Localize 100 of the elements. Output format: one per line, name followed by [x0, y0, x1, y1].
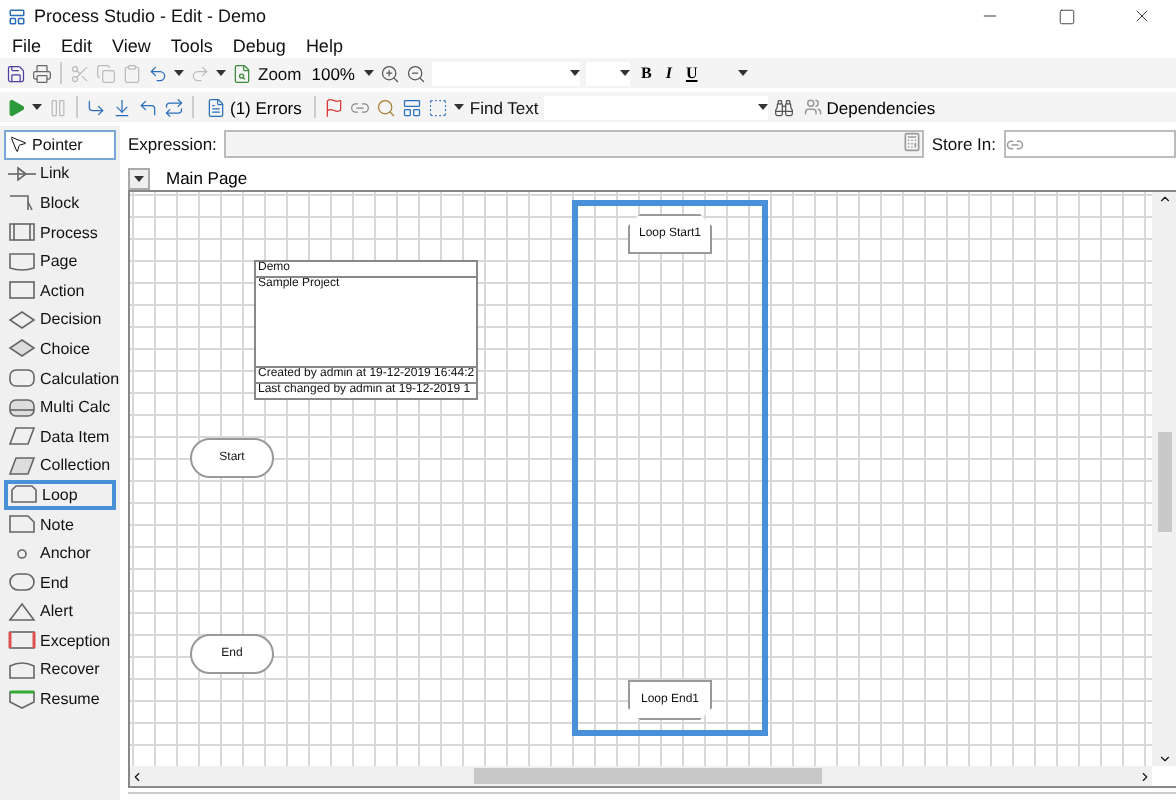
step-in-icon[interactable]	[112, 97, 132, 117]
app-icon	[8, 7, 26, 25]
recover-icon	[8, 659, 36, 680]
errors-button[interactable]: (1) Errors	[202, 97, 306, 117]
page-icon[interactable]	[232, 63, 252, 83]
selection-icon[interactable]	[427, 97, 448, 117]
triangle-icon	[8, 601, 36, 622]
store-in-label: Store In:	[931, 134, 996, 154]
zoom-out-icon[interactable]	[406, 63, 427, 83]
palette-item[interactable]: Process	[4, 217, 116, 247]
parallelogram-icon	[8, 455, 36, 476]
underline-button[interactable]: U	[681, 64, 702, 82]
palette-item[interactable]: End	[4, 567, 116, 597]
close-icon[interactable]	[1132, 6, 1152, 26]
palette-item[interactable]: Multi Calc	[4, 392, 116, 422]
caret-icon[interactable]	[364, 70, 375, 76]
palette-item[interactable]: Loop	[4, 480, 116, 510]
step-out-icon[interactable]	[138, 97, 158, 117]
font-size-dropdown[interactable]	[586, 61, 631, 85]
caret-icon[interactable]	[134, 176, 144, 182]
tab-menu-button[interactable]	[128, 168, 150, 190]
menu-item[interactable]: Tools	[170, 35, 213, 55]
zoom-in-icon[interactable]	[380, 63, 401, 83]
store-in-field[interactable]	[1004, 130, 1176, 158]
menu-item[interactable]: Debug	[232, 35, 286, 55]
find-text-field[interactable]	[544, 95, 769, 119]
caret-icon[interactable]	[174, 70, 184, 76]
panel-icon[interactable]	[401, 97, 422, 117]
process-icon	[8, 222, 36, 243]
scroll-thumb[interactable]	[1158, 432, 1172, 532]
expression-field[interactable]	[224, 130, 924, 158]
zoom-label: Zoom	[258, 63, 302, 83]
parallelogram-icon	[8, 426, 36, 447]
scroll-thumb[interactable]	[474, 768, 822, 784]
maximize-icon[interactable]	[1057, 7, 1075, 25]
binoculars-icon[interactable]	[774, 97, 795, 117]
palette-item[interactable]: Collection	[4, 451, 116, 481]
caret-icon[interactable]	[570, 70, 581, 76]
expression-label: Expression:	[128, 134, 217, 154]
palette-item[interactable]: Alert	[4, 597, 116, 627]
palette-item[interactable]: Recover	[4, 655, 116, 685]
link-icon[interactable]	[349, 97, 370, 117]
palette-item[interactable]: Choice	[4, 334, 116, 364]
palette-item[interactable]: Link	[4, 159, 116, 189]
palette-item[interactable]: Data Item	[4, 421, 116, 452]
menu-item[interactable]: View	[112, 35, 151, 55]
diamond-icon	[8, 309, 36, 330]
undo-icon[interactable]	[148, 63, 168, 83]
caret-icon[interactable]	[216, 70, 226, 76]
reset-icon[interactable]	[164, 97, 184, 117]
stacked-rectangle-icon	[8, 397, 36, 418]
scroll-left-icon[interactable]	[130, 769, 144, 783]
caret-icon[interactable]	[453, 104, 464, 110]
search-icon[interactable]	[375, 97, 396, 117]
menu-item[interactable]: Help	[305, 35, 343, 55]
pointer-icon	[8, 134, 28, 155]
corner-icon	[8, 192, 36, 213]
resume-icon	[8, 689, 36, 710]
dependencies-button[interactable]: Dependencies	[800, 97, 940, 117]
vertical-scrollbar[interactable]	[1152, 192, 1176, 766]
calculator-icon[interactable]	[901, 132, 922, 152]
palette-item[interactable]: Pointer	[4, 130, 116, 160]
palette-item[interactable]: Calculation	[4, 363, 116, 393]
palette-item[interactable]: Action	[4, 275, 116, 306]
step-icon[interactable]	[86, 97, 106, 117]
scroll-down-icon[interactable]	[1157, 752, 1171, 766]
palette-item[interactable]: Block	[4, 188, 116, 218]
caret-icon[interactable]	[32, 104, 42, 110]
people-icon	[804, 98, 823, 116]
flag-icon[interactable]	[323, 97, 344, 117]
rounded-rectangle-icon	[8, 368, 36, 389]
horizontal-scrollbar[interactable]	[130, 766, 1152, 786]
print-icon[interactable]	[32, 63, 52, 83]
palette-item[interactable]: Anchor	[4, 538, 116, 568]
zoom-dropdown[interactable]: 100%	[307, 63, 359, 83]
caret-icon[interactable]	[737, 70, 748, 76]
page-icon	[8, 251, 36, 272]
document-icon	[206, 97, 226, 117]
loop-icon	[10, 484, 38, 505]
diamond-icon	[8, 338, 36, 359]
caret-icon[interactable]	[758, 104, 769, 110]
palette-item[interactable]: Page	[4, 246, 116, 276]
save-icon[interactable]	[6, 63, 26, 83]
palette-item[interactable]: Decision	[4, 305, 116, 335]
palette-item[interactable]: Resume	[4, 684, 116, 714]
caret-icon[interactable]	[620, 70, 631, 76]
menu-item[interactable]: Edit	[61, 35, 93, 55]
find-text-label: Find Text	[469, 97, 539, 117]
link-icon	[1006, 135, 1024, 153]
window-title: Process Studio - Edit - Demo	[34, 6, 269, 26]
menu-item[interactable]: File	[12, 35, 42, 55]
arrow-icon	[8, 163, 36, 184]
bold-button[interactable]: B	[636, 64, 656, 82]
rectangle-icon	[8, 280, 36, 301]
palette-item[interactable]: Note	[4, 509, 116, 539]
exception-icon	[8, 630, 36, 651]
italic-button[interactable]: I	[661, 64, 676, 82]
palette-item[interactable]: Exception	[4, 626, 116, 656]
scroll-up-icon[interactable]	[1157, 192, 1171, 206]
scroll-right-icon[interactable]	[1138, 769, 1152, 783]
